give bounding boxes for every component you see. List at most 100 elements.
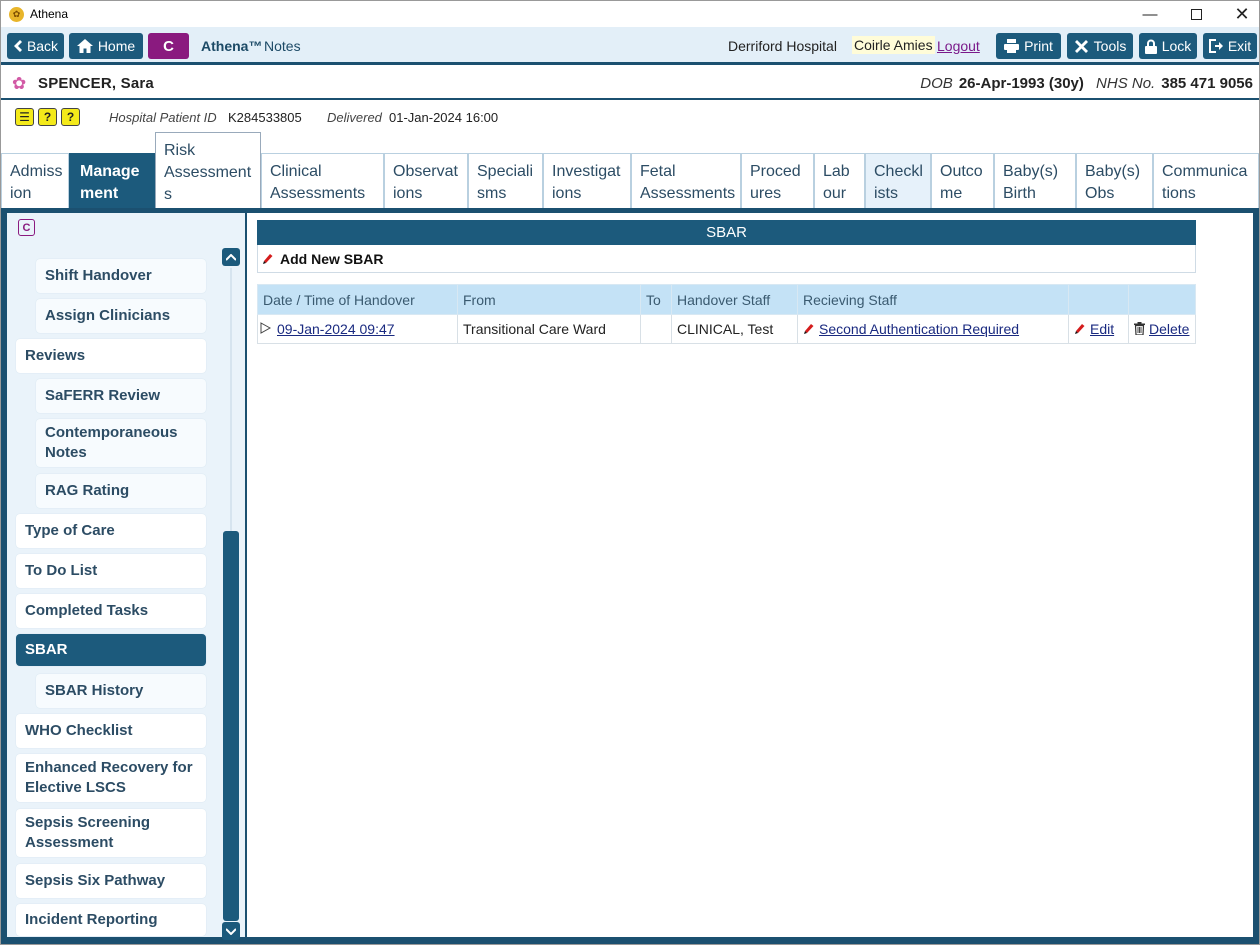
scroll-down-icon[interactable] xyxy=(222,922,240,940)
sidebar-item-sbar-history[interactable]: SBAR History xyxy=(36,674,206,708)
home-button[interactable]: Home xyxy=(69,33,143,59)
edit-link[interactable]: Edit xyxy=(1090,321,1114,337)
athena-logo-icon: ✿ xyxy=(9,6,24,22)
sidebar-item-contemporaneous-notes[interactable]: Contemporaneous Notes xyxy=(36,419,206,467)
sbar-table: Date / Time of Handover From To Handover… xyxy=(257,284,1196,344)
tab-risk-assessments[interactable]: Risk Assessment s xyxy=(155,132,261,208)
sidebar-item-saferr-review[interactable]: SaFERR Review xyxy=(36,379,206,413)
sidebar-item-reviews[interactable]: Reviews xyxy=(16,339,206,373)
second-authentication-link[interactable]: Second Authentication Required xyxy=(819,321,1019,337)
nhs-value: 385 471 9056 xyxy=(1161,75,1253,92)
cell-edit: Edit xyxy=(1068,314,1129,344)
alert-list-icon[interactable]: ☰ xyxy=(15,108,34,126)
sidebar-item-to-do-list[interactable]: To Do List xyxy=(16,554,206,588)
sidebar-item-enhanced-recovery[interactable]: Enhanced Recovery for Elective LSCS xyxy=(16,754,206,802)
exit-icon xyxy=(1208,39,1223,53)
tab-bar: Admiss ion Manage ment Risk Assessment s Cli… xyxy=(1,132,1259,208)
sidebar-item-sbar[interactable]: SBAR xyxy=(16,634,206,666)
tab-admission[interactable]: Admiss ion xyxy=(1,153,69,208)
hospital-name: Derriford Hospital xyxy=(728,38,837,54)
cell-delete: Delete xyxy=(1128,314,1196,344)
nhs-label: NHS No. xyxy=(1096,75,1156,92)
tab-outcome[interactable]: Outco me xyxy=(931,153,994,208)
tools-icon xyxy=(1074,39,1088,53)
c-button[interactable]: C xyxy=(148,33,189,59)
cell-to xyxy=(640,314,672,344)
tab-labour[interactable]: Lab our xyxy=(814,153,865,208)
tab-management[interactable]: Manage ment xyxy=(69,153,155,208)
tab-specialisms[interactable]: Speciali sms xyxy=(468,153,543,208)
main-area: C Shift Handover Assign Clinicians Revie… xyxy=(1,208,1259,944)
minimize-icon[interactable]: — xyxy=(1127,1,1173,27)
table-row: 09-Jan-2024 09:47 Transitional Care Ward… xyxy=(257,314,1196,344)
cell-handover-staff: CLINICAL, Test xyxy=(671,314,798,344)
sidebar-item-completed-tasks[interactable]: Completed Tasks xyxy=(16,594,206,628)
sidebar-item-sepsis-six-pathway[interactable]: Sepsis Six Pathway xyxy=(16,864,206,898)
patient-banner: ✿ SPENCER, Sara DOB 26-Apr-1993 (30y) NHS… xyxy=(1,68,1259,100)
flower-icon: ✿ xyxy=(12,74,27,93)
tab-fetal-assessments[interactable]: Fetal Assessments xyxy=(631,153,741,208)
col-header-delete xyxy=(1128,284,1196,315)
title-bar: ✿ Athena — ✕ xyxy=(1,1,1259,27)
table-header-row: Date / Time of Handover From To Handover… xyxy=(257,284,1196,315)
sbar-header: SBAR xyxy=(257,220,1196,245)
delivered-value: 01-Jan-2024 16:00 xyxy=(389,110,499,125)
sidebar-item-assign-clinicians[interactable]: Assign Clinicians xyxy=(36,299,206,333)
col-header-datetime[interactable]: Date / Time of Handover xyxy=(257,284,458,315)
tab-investigations[interactable]: Investigat ions xyxy=(543,153,631,208)
patient-info-row: ☰ ? ? Hospital Patient ID K284533805 Del… xyxy=(1,102,1259,132)
delete-link[interactable]: Delete xyxy=(1149,321,1189,337)
pencil-icon xyxy=(804,324,814,334)
tab-babys-obs[interactable]: Baby(s) Obs xyxy=(1076,153,1153,208)
patient-identifiers: DOB 26-Apr-1993 (30y) NHS No. 385 471 9056 xyxy=(920,75,1253,92)
sidebar-scrollbar[interactable] xyxy=(222,248,240,940)
exit-button[interactable]: Exit xyxy=(1203,33,1257,59)
tab-babys-birth[interactable]: Baby(s) Birth xyxy=(994,153,1076,208)
scroll-thumb[interactable] xyxy=(223,531,239,921)
pencil-icon xyxy=(263,253,273,264)
col-header-receiving-staff[interactable]: Recieving Staff xyxy=(797,284,1069,315)
col-header-handover-staff[interactable]: Handover Staff xyxy=(671,284,798,315)
sidebar-item-type-of-care[interactable]: Type of Care xyxy=(16,514,206,548)
print-button[interactable]: Print xyxy=(996,33,1061,59)
col-header-from[interactable]: From xyxy=(457,284,641,315)
app-module: Notes xyxy=(264,38,301,54)
maximize-icon[interactable] xyxy=(1173,1,1219,27)
lock-icon xyxy=(1144,39,1157,54)
alert-question-icon[interactable]: ? xyxy=(38,108,57,126)
dob-value: 26-Apr-1993 (30y) xyxy=(958,75,1084,92)
add-new-sbar-button[interactable]: Add New SBAR xyxy=(257,245,1196,273)
tools-button[interactable]: Tools xyxy=(1067,33,1133,59)
sidebar-item-incident-reporting[interactable]: Incident Reporting xyxy=(16,904,206,936)
sidebar-item-who-checklist[interactable]: WHO Checklist xyxy=(16,714,206,748)
alert-question-icon[interactable]: ? xyxy=(61,108,80,126)
printer-icon xyxy=(1004,39,1020,53)
tab-checklists[interactable]: Checkl ists xyxy=(865,153,931,208)
tab-communications[interactable]: Communica tions xyxy=(1153,153,1259,208)
tab-observations[interactable]: Observat ions xyxy=(384,153,468,208)
window-title: Athena xyxy=(30,7,69,21)
lock-button[interactable]: Lock xyxy=(1139,33,1197,59)
delivered-label: Delivered xyxy=(327,110,382,125)
chevron-left-icon xyxy=(13,40,22,52)
sidebar-item-rag-rating[interactable]: RAG Rating xyxy=(36,474,206,508)
back-button[interactable]: Back xyxy=(7,33,64,59)
hospital-id-value: K284533805 xyxy=(228,110,302,125)
c-badge-icon[interactable]: C xyxy=(18,219,35,236)
tab-procedures[interactable]: Proced ures xyxy=(741,153,814,208)
col-header-edit xyxy=(1068,284,1129,315)
sbar-datetime-link[interactable]: 09-Jan-2024 09:47 xyxy=(277,321,395,337)
sidebar-item-sepsis-screening[interactable]: Sepsis Screening Assessment xyxy=(16,809,206,857)
sidebar: C Shift Handover Assign Clinicians Revie… xyxy=(7,213,245,940)
logout-link[interactable]: Logout xyxy=(937,38,980,54)
tab-clinical-assessments[interactable]: Clinical Assessments xyxy=(261,153,384,208)
expand-row-icon[interactable] xyxy=(260,322,272,334)
close-icon[interactable]: ✕ xyxy=(1219,1,1260,27)
scroll-up-icon[interactable] xyxy=(222,248,240,266)
sidebar-item-shift-handover[interactable]: Shift Handover xyxy=(36,259,206,293)
pencil-icon xyxy=(1075,324,1085,334)
app-name: Athena™ xyxy=(201,38,263,54)
user-name: Coirle Amies xyxy=(852,36,935,54)
col-header-to[interactable]: To xyxy=(640,284,672,315)
hospital-id-label: Hospital Patient ID xyxy=(109,110,217,125)
